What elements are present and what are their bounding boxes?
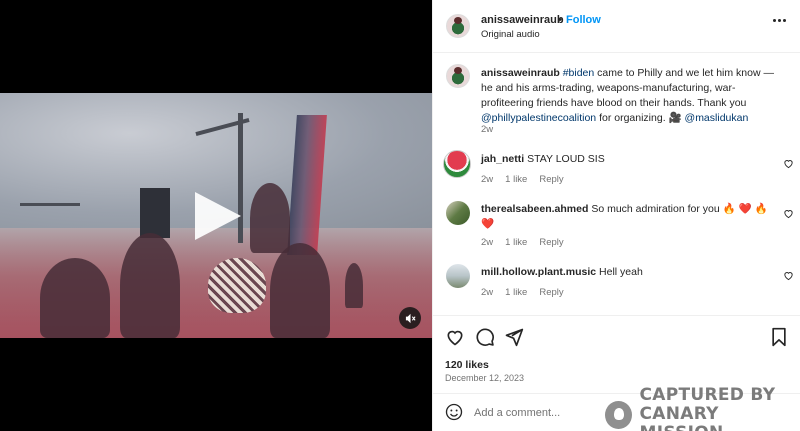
add-comment-input[interactable]: Add a comment... [474, 407, 560, 419]
comment-likes[interactable]: 1 like [505, 287, 527, 298]
comment-text: therealsabeen.ahmed So much admiration f… [481, 202, 771, 232]
reply-button[interactable]: Reply [539, 174, 563, 185]
caption-author[interactable]: anissaweinraub [481, 67, 560, 79]
crowd-figure [250, 183, 290, 253]
comment-meta: 2w 1 like Reply [481, 237, 564, 248]
comment-meta: 2w 1 like Reply [481, 174, 564, 185]
caption-avatar[interactable] [446, 64, 470, 88]
mention-link[interactable]: @maslidukan [685, 112, 749, 124]
hashtag-link[interactable]: #biden [563, 67, 595, 79]
emoji-icon[interactable] [445, 403, 463, 421]
header-divider [433, 52, 800, 53]
comment-author[interactable]: jah_netti [481, 153, 524, 165]
comment-time[interactable]: 2w [481, 174, 493, 185]
post-author[interactable]: anissaweinraub [481, 14, 564, 26]
comment-body: Hell yeah [599, 266, 643, 278]
crowd-figure [345, 263, 363, 308]
post-date[interactable]: December 12, 2023 [445, 373, 524, 383]
watermark-text: CAPTURED BY CANARY MISSION [640, 386, 800, 431]
comment-likes[interactable]: 1 like [505, 237, 527, 248]
comment-icon[interactable] [475, 327, 495, 347]
avatar[interactable] [446, 14, 470, 38]
commenter-avatar[interactable] [443, 150, 471, 178]
bookmark-icon[interactable] [770, 327, 788, 347]
comment-author[interactable]: therealsabeen.ahmed [481, 203, 588, 215]
canary-logo-icon [605, 400, 632, 429]
comment-time[interactable]: 2w [481, 237, 493, 248]
commenter-avatar[interactable] [446, 264, 470, 288]
like-count[interactable]: 120 likes [445, 359, 489, 371]
follow-button[interactable]: Follow [566, 14, 601, 26]
heart-icon[interactable] [783, 208, 794, 219]
action-bar [445, 327, 790, 347]
comment-text: jah_netti STAY LOUD SIS [481, 152, 771, 167]
heart-icon[interactable] [445, 327, 465, 347]
watermark: CAPTURED BY CANARY MISSION [605, 386, 800, 431]
crowd-figure [120, 233, 180, 338]
street-light [20, 203, 80, 206]
traffic-signal [140, 188, 170, 238]
caption: anissaweinraub #biden came to Philly and… [481, 66, 786, 126]
mute-icon[interactable] [399, 307, 421, 329]
caption-text: for organizing. 🎥 [596, 112, 685, 124]
heart-icon[interactable] [783, 270, 794, 281]
comment-meta: 2w 1 like Reply [481, 287, 564, 298]
send-icon[interactable] [504, 327, 524, 347]
actions-divider [433, 315, 800, 316]
separator-dot: • [558, 14, 562, 26]
post-sidebar: anissaweinraub • Follow Original audio a… [432, 0, 800, 431]
caption-time[interactable]: 2w [481, 124, 493, 135]
keffiyeh-figure [208, 258, 266, 313]
commenter-avatar[interactable] [446, 201, 470, 225]
comment-likes[interactable]: 1 like [505, 174, 527, 185]
crowd-figure [40, 258, 110, 338]
comment-body: STAY LOUD SIS [527, 153, 605, 165]
crowd-figure [270, 243, 330, 338]
audio-label[interactable]: Original audio [481, 29, 540, 40]
reply-button[interactable]: Reply [539, 287, 563, 298]
post-media [0, 0, 432, 431]
watermark-line1: CAPTURED BY [639, 385, 776, 405]
reply-button[interactable]: Reply [539, 237, 563, 248]
more-options-icon[interactable] [773, 19, 786, 22]
play-icon[interactable] [195, 192, 241, 240]
comment-text: mill.hollow.plant.music Hell yeah [481, 265, 771, 280]
comment-time[interactable]: 2w [481, 287, 493, 298]
watermark-line2: CANARY MISSION [639, 404, 724, 431]
mention-link[interactable]: @phillypalestinecoalition [481, 112, 596, 124]
heart-icon[interactable] [783, 158, 794, 169]
comment-author[interactable]: mill.hollow.plant.music [481, 266, 596, 278]
